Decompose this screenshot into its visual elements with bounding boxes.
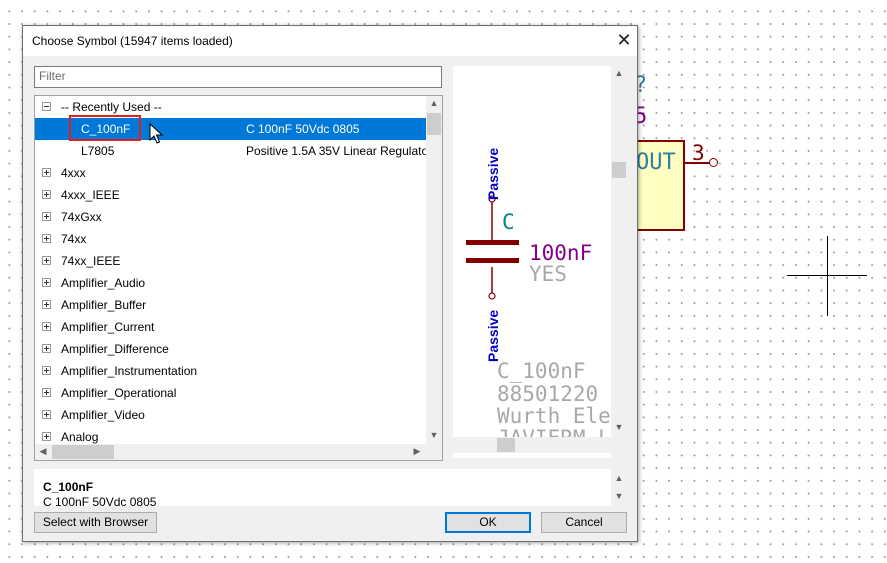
- crosshair-cursor-vertical: [827, 236, 828, 316]
- schematic-pin-label-out: OUT: [636, 150, 676, 175]
- tree-row-label: Analog: [61, 430, 99, 444]
- tree-row-label: Amplifier_Video: [61, 408, 145, 422]
- preview-horizontal-scrollbar[interactable]: [453, 437, 611, 453]
- expand-icon[interactable]: [42, 300, 51, 309]
- mouse-pointer-icon: [149, 123, 163, 144]
- expand-icon[interactable]: [42, 366, 51, 375]
- tree-horizontal-scrollbar[interactable]: ◀ ▶: [35, 444, 426, 460]
- expand-icon[interactable]: [42, 190, 51, 199]
- dialog-titlebar[interactable]: Choose Symbol (15947 items loaded) ✕: [23, 26, 637, 56]
- scroll-up-icon[interactable]: ▲: [426, 98, 442, 108]
- tree-group-row[interactable]: Amplifier_Buffer: [35, 294, 426, 316]
- preview-field-yes: YES: [529, 262, 567, 286]
- expand-icon[interactable]: [42, 234, 51, 243]
- tree-row-label: Amplifier_Current: [61, 320, 155, 334]
- tree-row-label: 74xx_IEEE: [61, 254, 121, 268]
- tree-row-label: L7805: [81, 144, 115, 158]
- preview-reference: C: [502, 210, 515, 234]
- expand-icon[interactable]: [42, 212, 51, 221]
- tree-group-row[interactable]: Amplifier_Current: [35, 316, 426, 338]
- collapse-icon[interactable]: [42, 102, 51, 111]
- capacitor-plate-bottom: [466, 258, 519, 263]
- tree-row-label: 4xxx: [61, 166, 86, 180]
- tree-row-label: 4xxx_IEEE: [61, 188, 120, 202]
- scroll-down-icon[interactable]: ▼: [611, 491, 627, 501]
- filter-field-box[interactable]: [34, 66, 442, 88]
- tree-group-row[interactable]: 4xxx: [35, 162, 426, 184]
- expand-icon[interactable]: [42, 344, 51, 353]
- symbol-tree[interactable]: -- Recently Used -- C_100nF C 100nF 50Vdc …: [34, 95, 443, 461]
- tree-group-row[interactable]: 74xGxx: [35, 206, 426, 228]
- expand-icon[interactable]: [42, 432, 51, 441]
- scroll-down-icon[interactable]: ▼: [611, 422, 627, 432]
- tree-group-row[interactable]: Amplifier_Instrumentation: [35, 360, 426, 382]
- dialog-title: Choose Symbol (15947 items loaded): [32, 34, 233, 48]
- tree-group-row[interactable]: 4xxx_IEEE: [35, 184, 426, 206]
- tree-row-label: Amplifier_Buffer: [61, 298, 147, 312]
- preview-pin-type-bottom: Passive: [485, 310, 501, 362]
- tree-horizontal-scroll-thumb[interactable]: [52, 445, 114, 459]
- expand-icon[interactable]: [42, 410, 51, 419]
- scroll-down-icon[interactable]: ▼: [426, 430, 442, 440]
- expand-icon[interactable]: [42, 278, 51, 287]
- preview-field-line: C_100nF: [497, 359, 586, 383]
- info-scrollbar[interactable]: ▲ ▼: [611, 469, 627, 506]
- tree-group-row[interactable]: Amplifier_Difference: [35, 338, 426, 360]
- close-icon[interactable]: ✕: [613, 29, 635, 51]
- schematic-pin-end: [709, 158, 718, 167]
- tree-row-label: -- Recently Used --: [61, 100, 162, 114]
- filter-input[interactable]: [39, 67, 437, 85]
- tree-row-label: 74xx: [61, 232, 87, 246]
- scroll-right-icon[interactable]: ▶: [409, 446, 425, 457]
- expand-icon[interactable]: [42, 168, 51, 177]
- preview-field-line: 88501220: [497, 382, 598, 406]
- capacitor-plate-top: [466, 240, 519, 245]
- tree-row-description: C 100nF 50Vdc 0805: [246, 122, 360, 136]
- tree-symbol-row[interactable]: L7805 Positive 1.5A 35V Linear Regulator,: [35, 140, 435, 162]
- tree-group-row[interactable]: Amplifier_Video: [35, 404, 426, 426]
- tree-row-label: Amplifier_Difference: [61, 342, 169, 356]
- tree-vertical-scroll-thumb[interactable]: [427, 113, 441, 135]
- choose-symbol-dialog: Choose Symbol (15947 items loaded) ✕ -- …: [22, 25, 638, 542]
- scroll-up-icon[interactable]: ▲: [611, 473, 627, 483]
- select-with-browser-button[interactable]: Select with Browser: [34, 512, 157, 533]
- schematic-pin-line: [684, 162, 710, 164]
- tree-group-row[interactable]: Amplifier_Operational: [35, 382, 426, 404]
- preview-pin-end-bottom: [488, 292, 496, 300]
- scroll-up-icon[interactable]: ▲: [611, 68, 627, 78]
- annotation-highlight-box: [69, 115, 141, 141]
- symbol-info-panel: C_100nF C 100nF 50Vdc 0805: [34, 469, 611, 506]
- tree-group-row[interactable]: 74xx: [35, 228, 426, 250]
- tree-row-label: Amplifier_Operational: [61, 386, 177, 400]
- expand-icon[interactable]: [42, 388, 51, 397]
- scroll-left-icon[interactable]: ◀: [35, 446, 51, 457]
- capacitor-symbol-preview: Passive Passive C 100nF YES C_100nF 8850…: [466, 148, 611, 450]
- info-symbol-name: C_100nF: [43, 480, 94, 494]
- tree-vertical-scrollbar[interactable]: ▲ ▼: [426, 96, 442, 444]
- scrollbar-corner: [426, 444, 442, 460]
- tree-group-row[interactable]: 74xx_IEEE: [35, 250, 426, 272]
- tree-row-label: 74xGxx: [61, 210, 102, 224]
- info-symbol-description: C 100nF 50Vdc 0805: [43, 495, 157, 506]
- preview-vertical-scroll-thumb[interactable]: [612, 162, 626, 178]
- tree-group-row[interactable]: Amplifier_Audio: [35, 272, 426, 294]
- expand-icon[interactable]: [42, 256, 51, 265]
- preview-vertical-scrollbar[interactable]: ▲ ▼: [611, 66, 627, 437]
- cancel-button[interactable]: Cancel: [541, 512, 627, 533]
- tree-row-description: Positive 1.5A 35V Linear Regulator,: [246, 144, 435, 158]
- expand-icon[interactable]: [42, 322, 51, 331]
- preview-pin-type-top: Passive: [485, 148, 501, 200]
- ok-button[interactable]: OK: [445, 512, 531, 533]
- tree-row-label: Amplifier_Instrumentation: [61, 364, 198, 378]
- tree-row-label: Amplifier_Audio: [61, 276, 146, 290]
- preview-field-line: Wurth Elek: [497, 404, 611, 428]
- preview-horizontal-scroll-thumb[interactable]: [497, 438, 515, 452]
- symbol-preview-canvas[interactable]: Passive Passive C 100nF YES C_100nF 8850…: [453, 66, 611, 458]
